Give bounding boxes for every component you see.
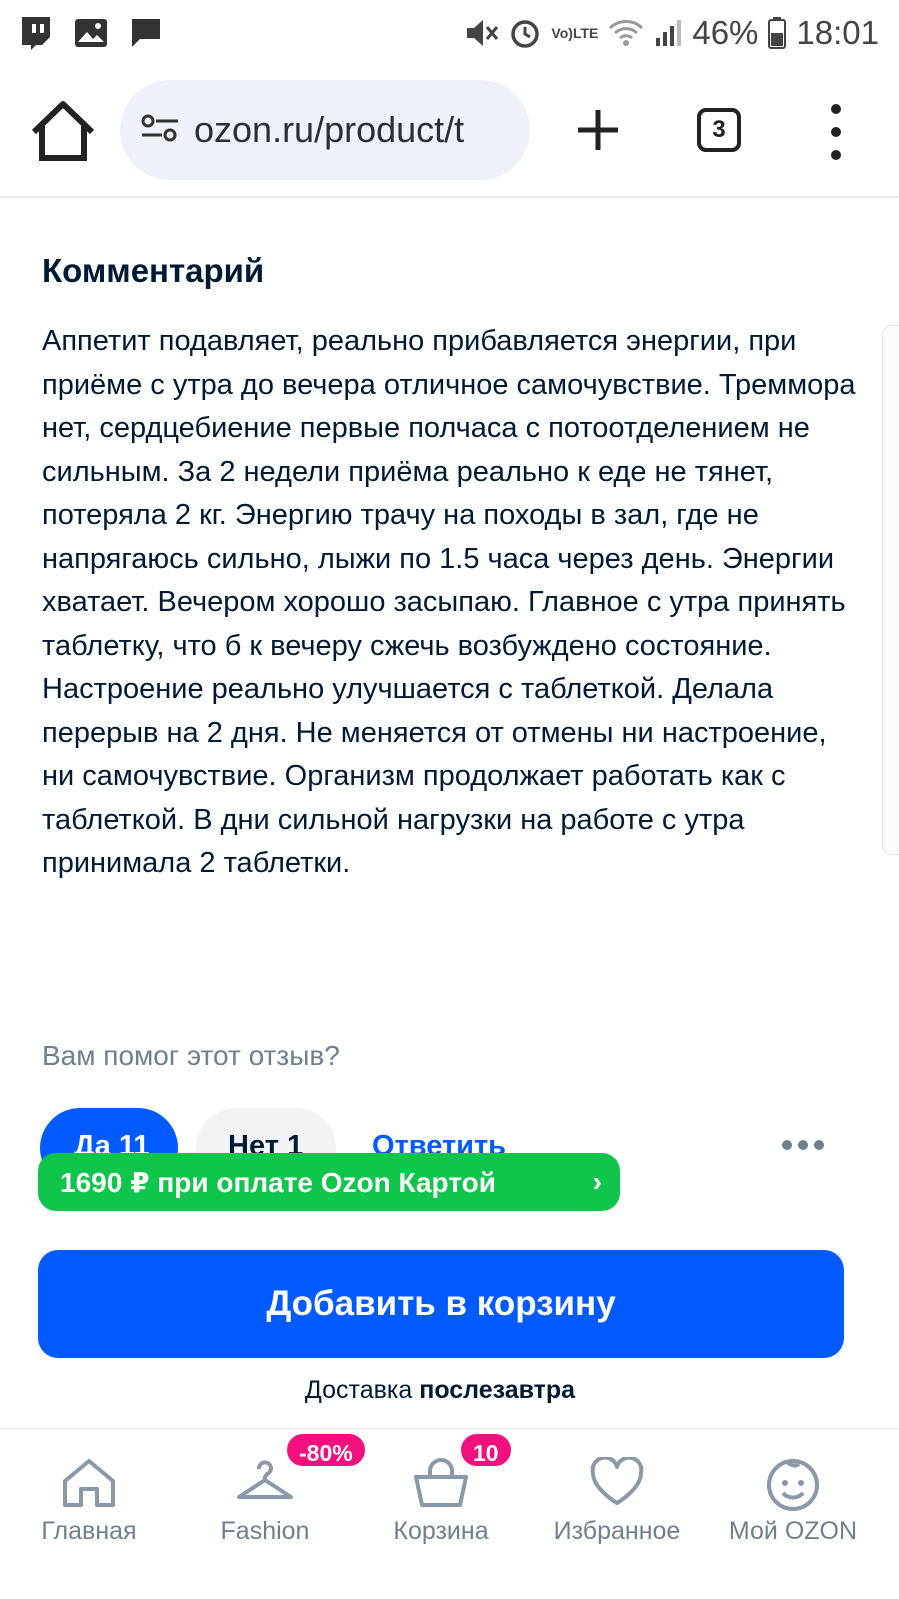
nav-my-ozon-label: Мой OZON [728, 1517, 858, 1545]
promo-label: 1690 ₽ при оплате Ozon Картой [60, 1166, 496, 1198]
nav-favorites-label: Избранное [553, 1517, 681, 1545]
nav-my-ozon[interactable]: Мой OZON [708, 1429, 878, 1599]
nav-favorites[interactable]: Избранное [532, 1429, 702, 1599]
cart-count-badge: 10 [458, 1431, 514, 1469]
battery-icon [768, 17, 787, 49]
more-options-icon[interactable] [782, 1140, 824, 1150]
new-tab-icon[interactable] [568, 100, 628, 160]
nav-cart-label: Корзина [393, 1517, 489, 1545]
delivery-info: Доставка послезавтра [0, 1376, 880, 1405]
gallery-icon [74, 18, 108, 48]
home-icon[interactable] [28, 96, 98, 166]
delivery-date: послезавтра [419, 1376, 576, 1404]
helpful-question: Вам помог этот отзыв? [42, 1040, 340, 1071]
ozon-card-price-banner[interactable]: 1690 ₽ при оплате Ozon Картой › [38, 1153, 620, 1211]
mute-icon [465, 18, 499, 48]
clock: 18:01 [796, 14, 879, 51]
chat-icon [130, 17, 162, 49]
nav-cart[interactable]: 10 Корзина [356, 1429, 526, 1599]
nav-home[interactable]: Главная [4, 1429, 174, 1599]
battery-percent: 46% [692, 14, 759, 51]
bottom-navigation: Главная -80% Fashion 10 Корзина Избранно… [0, 1428, 899, 1599]
url-text[interactable]: ozon.ru/product/t [194, 109, 464, 151]
basket-icon [412, 1457, 470, 1514]
comment-heading: Комментарий [42, 252, 265, 289]
nav-home-label: Главная [41, 1517, 137, 1545]
signal-icon [654, 18, 682, 48]
comment-text: Аппетит подавляет, реально прибавляется … [42, 325, 856, 879]
wifi-icon [608, 19, 644, 47]
address-bar[interactable]: ozon.ru/product/t [120, 80, 530, 180]
nav-fashion[interactable]: -80% Fashion [180, 1429, 368, 1599]
overflow-menu-icon[interactable] [826, 104, 846, 160]
volte-icon: Vo) LTE [551, 25, 599, 41]
twitch-icon [18, 15, 52, 51]
smiley-profile-icon [765, 1457, 821, 1518]
status-bar: Vo) LTE 46% 18:01 [0, 0, 899, 66]
delivery-prefix: Доставка [304, 1376, 420, 1404]
scrollbar[interactable] [882, 325, 899, 855]
tab-switcher-button[interactable]: 3 [697, 108, 741, 152]
heart-icon [589, 1455, 645, 1512]
site-settings-icon[interactable] [140, 113, 180, 148]
alarm-icon [509, 17, 541, 49]
add-to-cart-button[interactable]: Добавить в корзину [38, 1250, 844, 1358]
home-icon [61, 1457, 117, 1514]
hanger-icon [235, 1457, 295, 1510]
browser-toolbar: ozon.ru/product/t 3 [0, 66, 899, 198]
nav-fashion-label: Fashion [220, 1517, 310, 1545]
chevron-right-icon: › [592, 1166, 602, 1197]
